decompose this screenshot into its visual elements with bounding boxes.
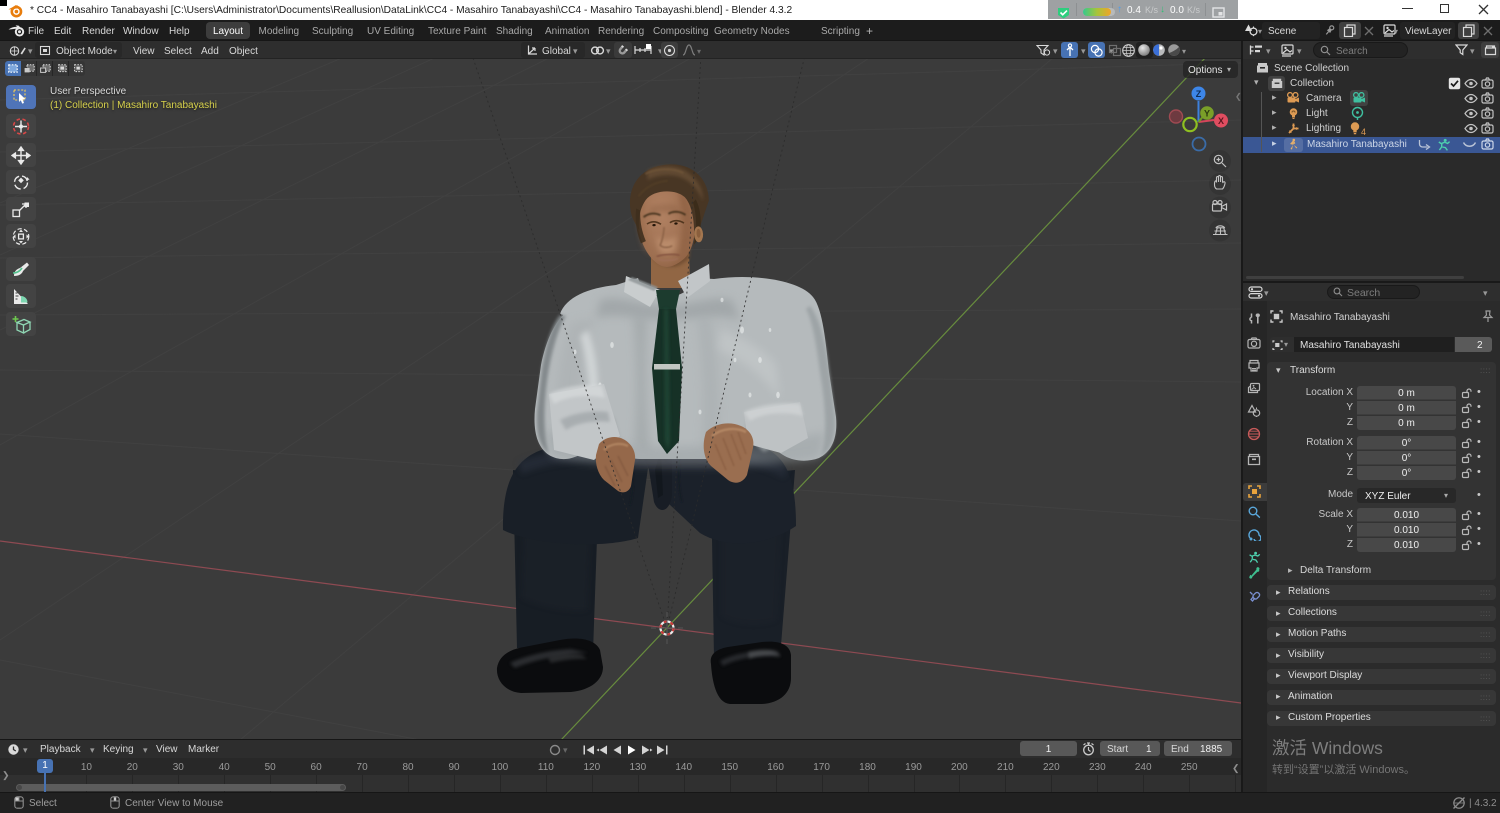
svg-text:X: X [1218,116,1224,126]
svg-text:Z: Z [1196,89,1202,99]
svg-text:Y: Y [1204,109,1210,119]
